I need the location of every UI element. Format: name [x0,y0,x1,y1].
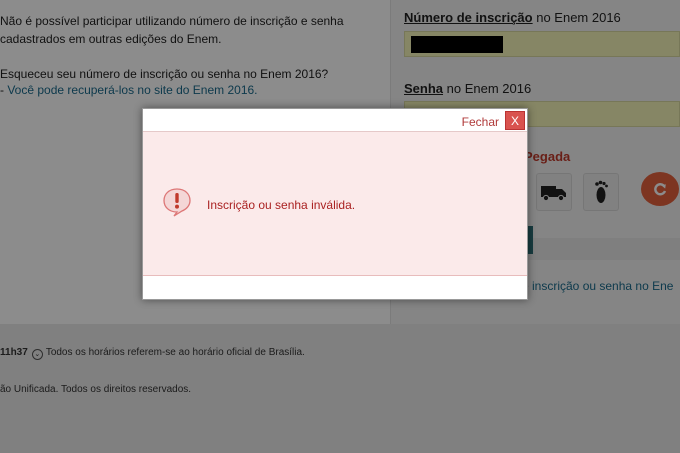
close-button[interactable]: X [505,111,525,130]
dialog-header: Fechar X [143,109,527,132]
close-link[interactable]: Fechar [462,115,499,129]
error-message: Inscrição ou senha inválida. [207,198,356,212]
error-dialog: Fechar X Inscrição ou senha inválida. [142,108,528,300]
dialog-body: Inscrição ou senha inválida. [143,132,527,276]
warning-speech-icon [163,188,191,217]
